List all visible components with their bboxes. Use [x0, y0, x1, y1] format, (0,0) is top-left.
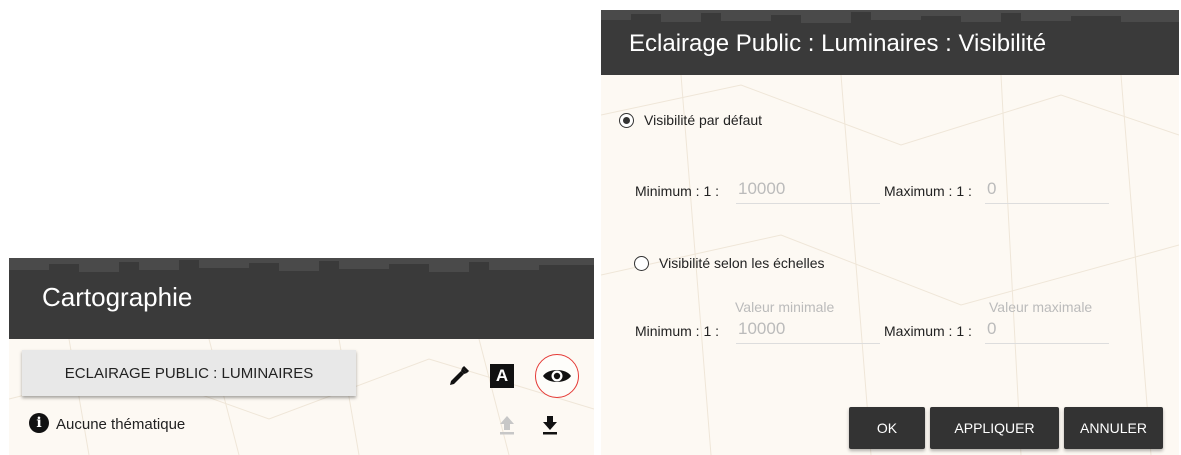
apply-button[interactable]: APPLIQUER — [930, 407, 1059, 449]
eye-icon[interactable] — [535, 354, 579, 398]
cancel-button[interactable]: ANNULER — [1064, 407, 1163, 449]
cartography-body: ECLAIRAGE PUBLIC : LUMINAIRES A i Aucune… — [9, 339, 594, 455]
no-theme-label: Aucune thématique — [56, 416, 186, 433]
visibility-dialog-title: Eclairage Public : Luminaires : Visibili… — [629, 30, 1047, 57]
cartography-header: Cartographie — [9, 258, 594, 339]
radio-button-unselected[interactable] — [634, 255, 649, 271]
eyedropper-icon[interactable] — [446, 363, 472, 389]
info-icon: i — [29, 413, 49, 433]
radio-button-selected[interactable] — [619, 112, 634, 128]
text-label-icon[interactable]: A — [490, 364, 514, 388]
cartography-title: Cartographie — [42, 282, 193, 312]
max-value-caption: Valeur maximale — [989, 299, 1093, 315]
scale-max-input[interactable] — [985, 318, 1109, 344]
scale-min-input[interactable] — [736, 318, 880, 344]
layer-button[interactable]: ECLAIRAGE PUBLIC : LUMINAIRES — [22, 350, 356, 396]
scale-max-label: Maximum : 1 : — [884, 323, 972, 339]
download-icon[interactable] — [539, 413, 561, 437]
default-min-label: Minimum : 1 : — [635, 183, 720, 199]
default-max-input[interactable] — [985, 178, 1109, 204]
default-min-input[interactable] — [736, 178, 880, 204]
visibility-dialog-header: Eclairage Public : Luminaires : Visibili… — [601, 10, 1179, 75]
radio-scale-visibility[interactable]: Visibilité selon les échelles — [634, 255, 825, 271]
min-value-caption: Valeur minimale — [735, 299, 835, 315]
upload-icon[interactable] — [496, 413, 518, 437]
cartography-panel: Cartographie ECLAIRAGE PUBLIC : LUMINAIR… — [9, 258, 594, 455]
radio-default-label: Visibilité par défaut — [644, 112, 763, 128]
default-max-label: Maximum : 1 : — [884, 183, 972, 199]
scale-min-label: Minimum : 1 : — [635, 323, 720, 339]
visibility-dialog-body: Visibilité par défaut Minimum : 1 : Maxi… — [601, 75, 1179, 455]
visibility-dialog: Eclairage Public : Luminaires : Visibili… — [601, 10, 1179, 455]
ok-button[interactable]: OK — [849, 407, 925, 449]
radio-default-visibility[interactable]: Visibilité par défaut — [619, 112, 762, 128]
radio-scale-label: Visibilité selon les échelles — [659, 255, 825, 271]
